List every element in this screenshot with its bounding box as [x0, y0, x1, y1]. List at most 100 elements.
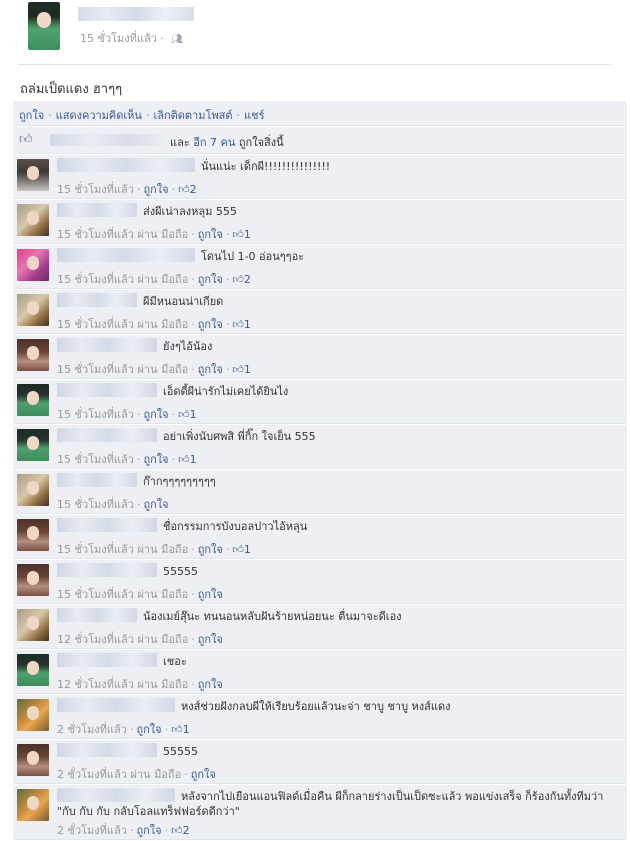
action-separator: ·: [236, 109, 241, 122]
meta-separator: ·: [191, 543, 195, 556]
comment-timestamp[interactable]: 2 ชั่วโมงที่แล้ว: [57, 768, 127, 781]
comment-timestamp[interactable]: 15 ชั่วโมงที่แล้ว: [57, 183, 134, 196]
thumbs-up-icon: 👍︎: [19, 132, 33, 147]
comment-timestamp[interactable]: 12 ชั่วโมงที่แล้ว: [57, 633, 134, 646]
comment-timestamp[interactable]: 15 ชั่วโมงที่แล้ว: [57, 318, 134, 331]
comment-timestamp[interactable]: 2 ชั่วโมงที่แล้ว: [57, 723, 127, 736]
post-action-bar: ถูกใจ · แสดงความคิดเห็น · เลิกติดตามโพสต์ · แช…: [13, 101, 627, 126]
comment-like-link[interactable]: ถูกใจ: [198, 633, 223, 646]
post-header: 15 ชั่วโมงที่แล้ว · 👥︎: [0, 0, 630, 62]
comment-like-count[interactable]: 👍︎2: [232, 273, 251, 286]
likes-others-link[interactable]: อีก 7 คน: [193, 136, 235, 149]
friends-icon[interactable]: 👥︎: [170, 34, 183, 45]
comment-like-link[interactable]: ถูกใจ: [198, 273, 223, 286]
comment-text: โดนไป 1-0 อ่อนๆๆอะ: [201, 250, 305, 263]
comment-like-count[interactable]: 👍︎1: [232, 228, 251, 241]
comment-like-count[interactable]: 👍︎1: [178, 408, 197, 421]
commenter-avatar[interactable]: [17, 609, 49, 641]
thumbs-up-icon: 👍︎: [171, 824, 183, 837]
like-count-value: 2: [243, 273, 251, 286]
commenter-name-redacted[interactable]: [57, 158, 195, 172]
liker-names-redacted[interactable]: [50, 134, 168, 146]
comment-timestamp[interactable]: 12 ชั่วโมงที่แล้ว: [57, 678, 134, 691]
comment-text: 55555: [163, 745, 198, 758]
comment-like-link[interactable]: ถูกใจ: [198, 228, 223, 241]
like-count-value: 1: [182, 723, 190, 736]
comment-like-count[interactable]: 👍︎1: [232, 543, 251, 556]
commenter-avatar[interactable]: [17, 564, 49, 596]
author-avatar[interactable]: [28, 2, 60, 50]
comment-like-link[interactable]: ถูกใจ: [198, 588, 223, 601]
commenter-avatar[interactable]: [17, 339, 49, 371]
like-link[interactable]: ถูกใจ: [19, 109, 44, 122]
comment-like-link[interactable]: ถูกใจ: [136, 723, 161, 736]
commenter-name-redacted[interactable]: [57, 338, 157, 352]
share-link[interactable]: แชร์: [244, 109, 264, 122]
comment-like-link[interactable]: ถูกใจ: [143, 453, 168, 466]
comment-meta: 15 ชั่วโมงที่แล้ว · ถูกใจ · 👍︎1: [57, 405, 197, 423]
comment-like-link[interactable]: ถูกใจ: [198, 543, 223, 556]
commenter-avatar[interactable]: [17, 249, 49, 281]
avatar-face: [27, 391, 39, 405]
comment: ก๊ากๆๆๆๆๆๆๆๆๆ 15 ชั่วโมงที่แล้ว · ถูกใจ: [13, 470, 627, 514]
comment-like-count[interactable]: 👍︎1: [232, 363, 251, 376]
comment-like-link[interactable]: ถูกใจ: [198, 363, 223, 376]
commenter-name-redacted[interactable]: [57, 428, 157, 442]
comment-link[interactable]: แสดงความคิดเห็น: [56, 109, 142, 122]
commenter-name-redacted[interactable]: [57, 653, 157, 667]
like-count-value: 1: [243, 363, 251, 376]
comment-like-count[interactable]: 👍︎2: [171, 824, 190, 837]
comment-timestamp[interactable]: 15 ชั่วโมงที่แล้ว: [57, 453, 134, 466]
commenter-name-redacted[interactable]: [57, 518, 157, 532]
comment-like-link[interactable]: ถูกใจ: [143, 183, 168, 196]
comment-timestamp[interactable]: 15 ชั่วโมงที่แล้ว: [57, 408, 134, 421]
comment-timestamp[interactable]: 15 ชั่วโมงที่แล้ว: [57, 228, 134, 241]
comment-like-count[interactable]: 👍︎2: [178, 183, 197, 196]
comment-like-link[interactable]: ถูกใจ: [143, 408, 168, 421]
commenter-name-redacted[interactable]: [57, 383, 157, 397]
commenter-avatar[interactable]: [17, 429, 49, 461]
commenter-name-redacted[interactable]: [57, 698, 175, 712]
comment-like-count[interactable]: 👍︎1: [171, 723, 190, 736]
author-name-redacted[interactable]: [78, 7, 194, 21]
comment-like-link[interactable]: ถูกใจ: [198, 318, 223, 331]
comment-timestamp[interactable]: 15 ชั่วโมงที่แล้ว: [57, 273, 134, 286]
comment-timestamp[interactable]: 15 ชั่วโมงที่แล้ว: [57, 543, 134, 556]
commenter-avatar[interactable]: [17, 474, 49, 506]
comment: ผีมีหนอนน่าเกียด 15 ชั่วโมงที่แล้ว ผ่าน ม…: [13, 290, 627, 334]
like-count-value: 1: [243, 228, 251, 241]
comment-like-link[interactable]: ถูกใจ: [136, 824, 161, 837]
comment-like-link[interactable]: ถูกใจ: [191, 768, 216, 781]
post-timestamp[interactable]: 15 ชั่วโมงที่แล้ว: [80, 32, 157, 45]
commenter-avatar[interactable]: [17, 789, 49, 821]
commenter-avatar[interactable]: [17, 159, 49, 191]
commenter-avatar[interactable]: [17, 204, 49, 236]
commenter-name-redacted[interactable]: [57, 473, 137, 487]
comment-timestamp[interactable]: 15 ชั่วโมงที่แล้ว: [57, 498, 134, 511]
commenter-name-redacted[interactable]: [57, 608, 137, 622]
commenter-name-redacted[interactable]: [57, 743, 157, 757]
comment-like-link[interactable]: ถูกใจ: [198, 678, 223, 691]
commenter-avatar[interactable]: [17, 654, 49, 686]
commenter-avatar[interactable]: [17, 294, 49, 326]
commenter-avatar[interactable]: [17, 699, 49, 731]
commenter-avatar[interactable]: [17, 384, 49, 416]
unfollow-link[interactable]: เลิกติดตามโพสต์: [153, 109, 232, 122]
comment-like-link[interactable]: ถูกใจ: [143, 498, 168, 511]
comment-timestamp[interactable]: 15 ชั่วโมงที่แล้ว: [57, 588, 134, 601]
avatar-face: [27, 526, 39, 540]
comment-like-count[interactable]: 👍︎1: [178, 453, 197, 466]
avatar-face: [27, 706, 39, 720]
comment: เชอะ 12 ชั่วโมงที่แล้ว ผ่าน มือถือ · ถูกใจ: [13, 650, 627, 694]
commenter-avatar[interactable]: [17, 744, 49, 776]
comment-like-count[interactable]: 👍︎1: [232, 318, 251, 331]
comment-timestamp[interactable]: 15 ชั่วโมงที่แล้ว: [57, 363, 134, 376]
comment-list: นั่นแน่ะ เด็กผี!!!!!!!!!!!!!!! 15 ชั่วโมง…: [13, 155, 627, 841]
commenter-avatar[interactable]: [17, 519, 49, 551]
comment-meta: 15 ชั่วโมงที่แล้ว ผ่าน มือถือ · ถูกใจ · 👍︎1: [57, 540, 251, 558]
commenter-name-redacted[interactable]: [57, 248, 195, 262]
commenter-name-redacted[interactable]: [57, 563, 157, 577]
commenter-name-redacted[interactable]: [57, 293, 137, 307]
commenter-name-redacted[interactable]: [57, 203, 137, 217]
comment-timestamp[interactable]: 2 ชั่วโมงที่แล้ว: [57, 824, 127, 837]
